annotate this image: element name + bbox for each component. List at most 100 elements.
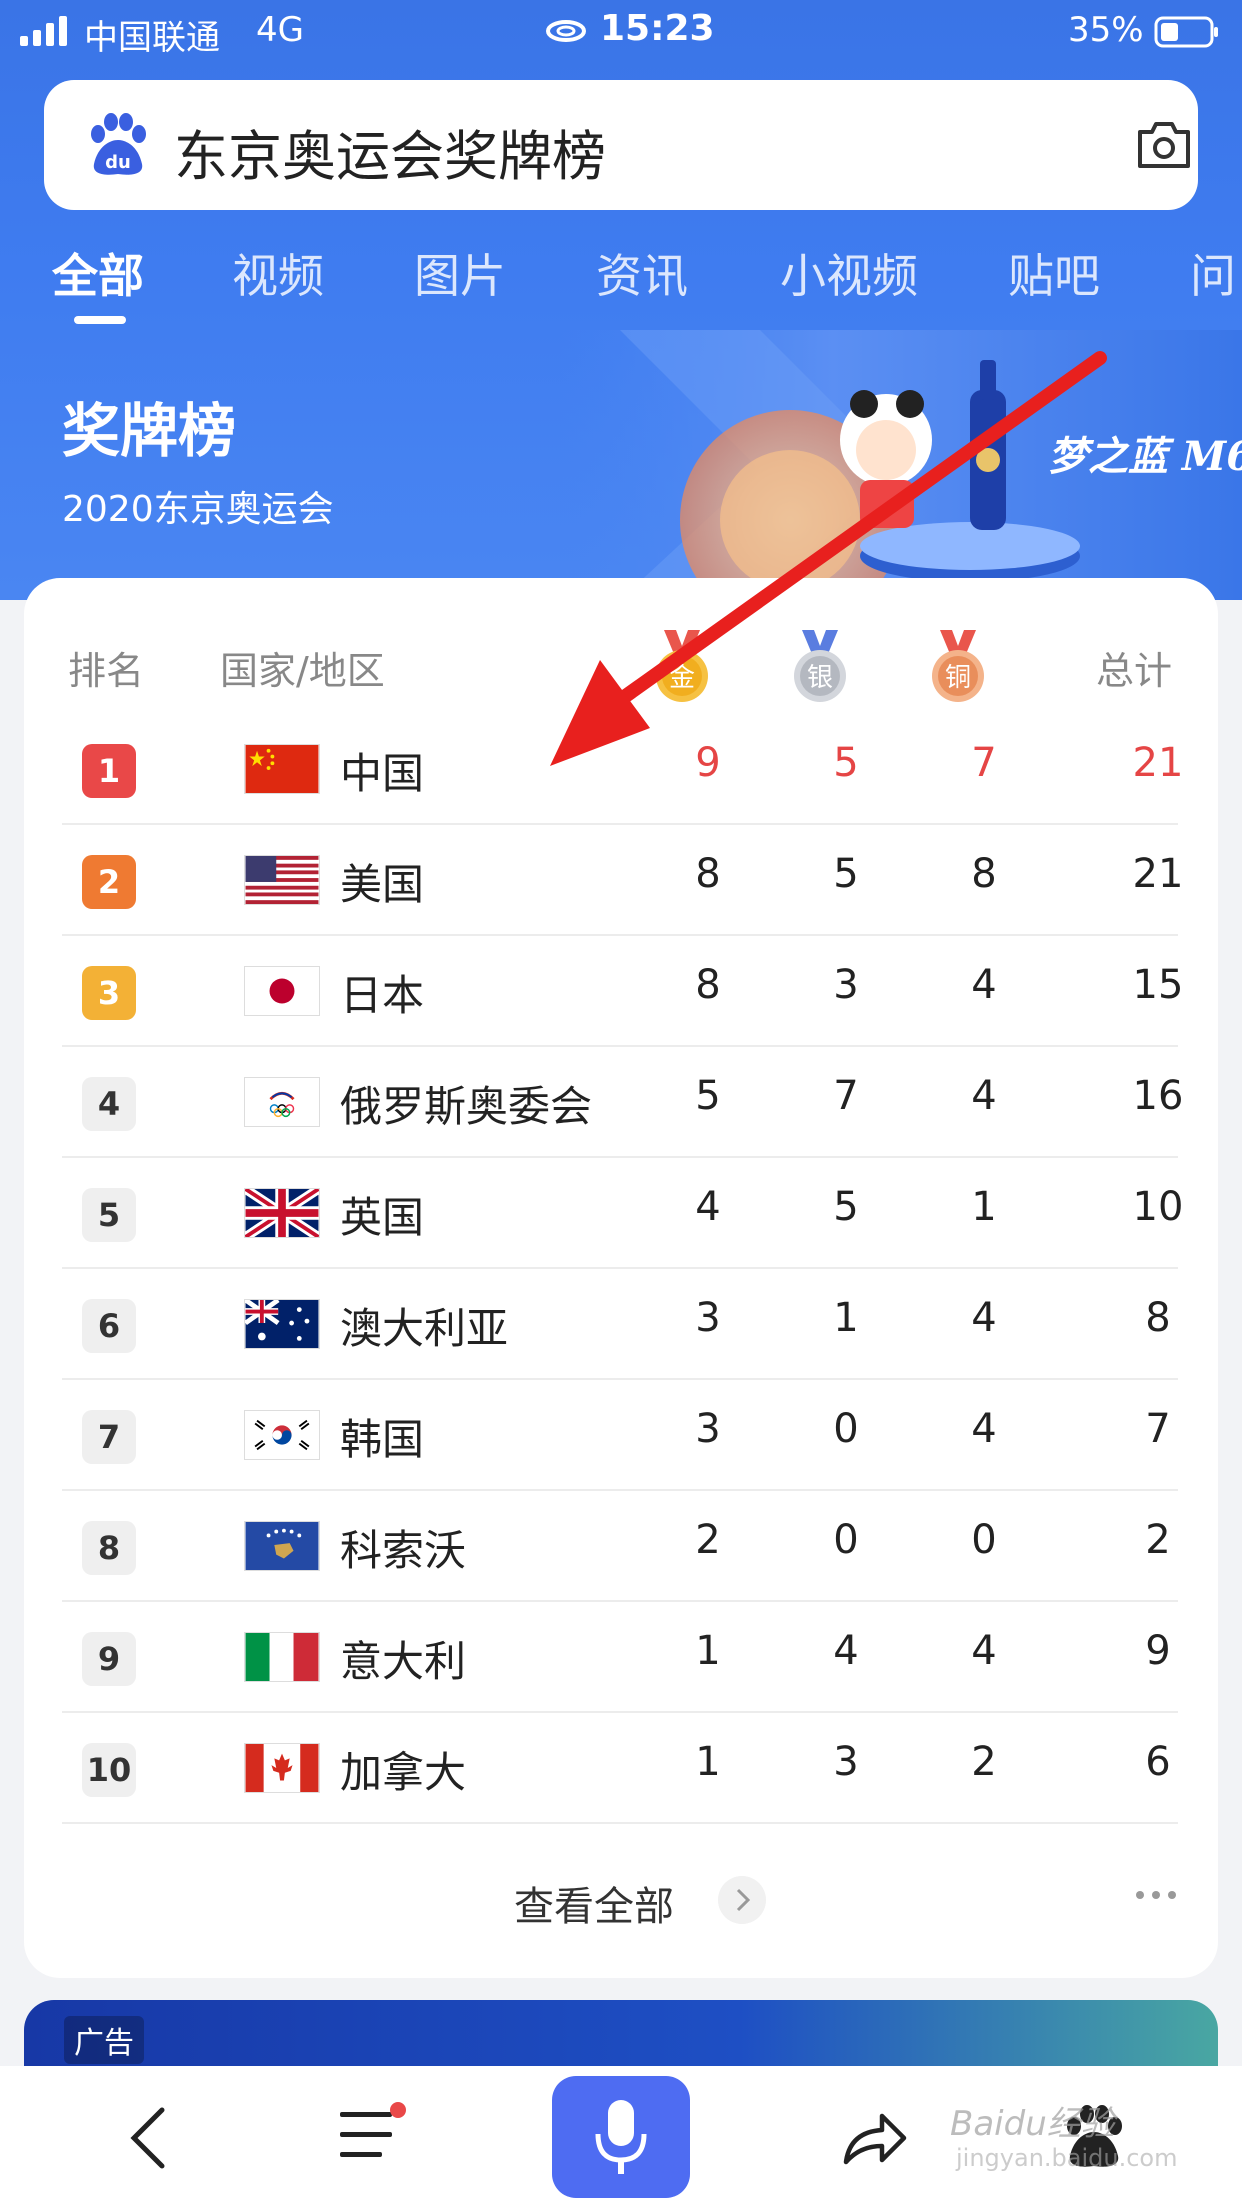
usa-flag-icon: [244, 855, 320, 905]
view-all-link[interactable]: 查看全部: [514, 1874, 674, 1932]
canada-flag-icon: [244, 1743, 320, 1793]
table-row[interactable]: 6 澳大利亚 3 1 4 8: [62, 1269, 1178, 1380]
table-row[interactable]: 1 中国 9 5 7 21: [62, 714, 1183, 825]
tab-all[interactable]: 全部: [52, 240, 144, 306]
gold-count: 9: [695, 740, 721, 786]
country-name: 科索沃: [340, 1526, 467, 1575]
country-name: 英国: [340, 1193, 425, 1242]
baidu-logo-text: du: [105, 152, 131, 173]
active-tab-indicator: [74, 316, 126, 324]
bronze-count: 4: [971, 1295, 997, 1341]
rank-badge: 3: [82, 966, 136, 1020]
bronze-medal-label: 铜: [945, 663, 971, 693]
camera-icon[interactable]: [1134, 116, 1194, 172]
rank-badge: 10: [82, 1743, 136, 1797]
battery-icon: [1154, 16, 1218, 48]
bronze-count: 4: [971, 1406, 997, 1452]
table-row[interactable]: 10 加拿大 1 3 2 6: [62, 1713, 1178, 1824]
total-count: 10: [1132, 1184, 1184, 1230]
bottom-toolbar: Baidu经验 jingyan.baidu.com: [0, 2066, 1242, 2208]
header-country: 国家/地区: [220, 649, 385, 693]
baidu-paw-logo-icon[interactable]: du: [84, 112, 150, 178]
total-count: 6: [1145, 1739, 1171, 1785]
total-count: 2: [1145, 1517, 1171, 1563]
gold-count: 4: [695, 1184, 721, 1230]
link-icon: [546, 20, 586, 42]
tab-images[interactable]: 图片: [414, 240, 506, 306]
gold-count: 1: [695, 1739, 721, 1785]
sponsor-illustration: 梦之蓝 M6⁺: [560, 330, 1242, 600]
gold-count: 3: [695, 1295, 721, 1341]
table-row[interactable]: 8 科索沃 2 0 0 2: [62, 1491, 1178, 1602]
gold-count: 5: [695, 1073, 721, 1119]
gold-medal-label: 金: [669, 663, 695, 693]
bronze-count: 0: [971, 1517, 997, 1563]
bronze-count: 4: [971, 1073, 997, 1119]
country-name: 美国: [340, 860, 425, 909]
network-type: 4G: [256, 10, 304, 50]
header-total: 总计: [1096, 649, 1173, 693]
more-options-icon[interactable]: [1134, 1888, 1178, 1902]
table-row[interactable]: 7 韩国 3 0 4 7: [62, 1380, 1178, 1491]
table-header: 排名 国家/地区 金 银 铜 总计: [24, 578, 1218, 718]
ad-label: 广告: [64, 2016, 144, 2064]
banner-subtitle: 2020东京奥运会: [62, 489, 334, 530]
rank-badge: 5: [82, 1188, 136, 1242]
tab-news[interactable]: 资讯: [596, 240, 688, 306]
table-row[interactable]: 9 意大利 1 4 4 9: [62, 1602, 1178, 1713]
tab-tieba[interactable]: 贴吧: [1008, 240, 1100, 306]
silver-count: 3: [833, 1739, 859, 1785]
search-query[interactable]: 东京奥运会奖牌榜: [174, 112, 606, 191]
bronze-count: 4: [971, 962, 997, 1008]
status-bar: 中国联通 4G 15:23 35%: [0, 0, 1242, 62]
china-flag-icon: [244, 744, 320, 794]
share-icon[interactable]: [840, 2106, 910, 2170]
bronze-count: 1: [971, 1184, 997, 1230]
header-rank: 排名: [68, 649, 145, 693]
silver-count: 0: [833, 1406, 859, 1452]
total-count: 21: [1132, 851, 1184, 897]
silver-count: 5: [833, 1184, 859, 1230]
table-row[interactable]: 3 日本 8 3 4 15: [62, 936, 1183, 1047]
voice-search-button[interactable]: [552, 2076, 690, 2198]
uk-flag-icon: [244, 1188, 320, 1238]
japan-flag-icon: [244, 966, 320, 1016]
table-row[interactable]: 5 英国 4 5 1 10: [62, 1158, 1183, 1269]
tab-qa[interactable]: 问: [1190, 240, 1236, 306]
back-icon[interactable]: [128, 2106, 168, 2170]
rank-badge: 1: [82, 744, 136, 798]
microphone-icon: [595, 2100, 647, 2174]
roc-flag-icon: [244, 1077, 320, 1127]
silver-medal-label: 银: [807, 663, 833, 693]
total-count: 21: [1132, 740, 1184, 786]
tab-short-video[interactable]: 小视频: [780, 240, 918, 306]
search-box[interactable]: du 东京奥运会奖牌榜: [44, 80, 1198, 210]
bronze-count: 4: [971, 1628, 997, 1674]
silver-count: 5: [833, 851, 859, 897]
medal-banner: 奖牌榜 2020东京奥运会 梦之蓝 M6⁺: [0, 330, 1242, 600]
menu-icon[interactable]: [336, 2102, 408, 2166]
rank-badge: 2: [82, 855, 136, 909]
kosovo-flag-icon: [244, 1521, 320, 1571]
rank-badge: 9: [82, 1632, 136, 1686]
total-count: 7: [1145, 1406, 1171, 1452]
table-row[interactable]: 4 俄罗斯奥委会 5 7 4 16: [62, 1047, 1183, 1158]
country-name: 俄罗斯奥委会: [340, 1082, 593, 1131]
rank-badge: 6: [82, 1299, 136, 1353]
table-row[interactable]: 2 美国 8 5 8 21: [62, 825, 1183, 936]
search-tabs: 全部 视频 图片 资讯 小视频 贴吧 问: [0, 236, 1242, 328]
silver-count: 7: [833, 1073, 859, 1119]
tab-video[interactable]: 视频: [232, 240, 324, 306]
rank-badge: 4: [82, 1077, 136, 1131]
country-name: 意大利: [340, 1637, 467, 1686]
total-count: 8: [1145, 1295, 1171, 1341]
chevron-right-icon[interactable]: [718, 1876, 766, 1924]
watermark-url: jingyan.baidu.com: [956, 2144, 1178, 2172]
banner-title: 奖牌榜: [62, 397, 237, 465]
gold-count: 3: [695, 1406, 721, 1452]
australia-flag-icon: [244, 1299, 320, 1349]
medal-table-card: 排名 国家/地区 金 银 铜 总计 1 中国 9 5 7 21 2 美国 8 5…: [24, 578, 1218, 1978]
sponsor-text: 梦之蓝 M6⁺: [1048, 433, 1242, 480]
gold-count: 2: [695, 1517, 721, 1563]
country-name: 澳大利亚: [340, 1304, 509, 1353]
